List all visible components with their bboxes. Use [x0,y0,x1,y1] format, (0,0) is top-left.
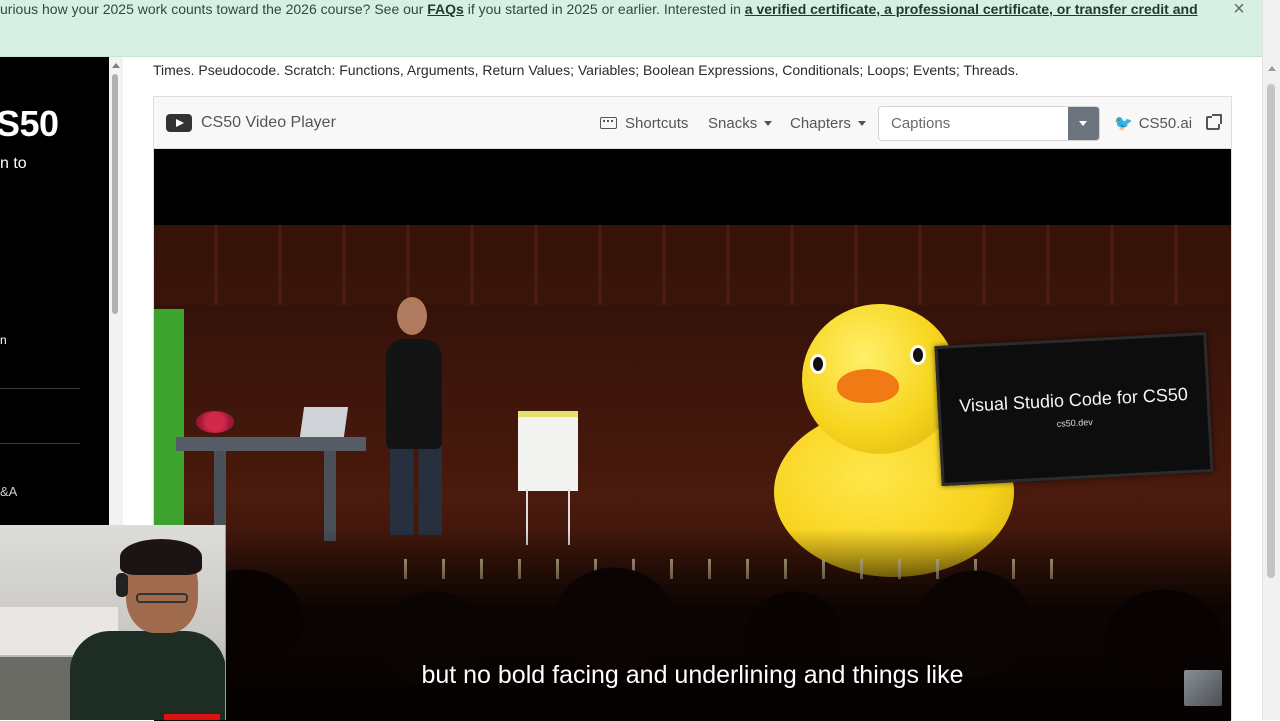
player-title: CS50 Video Player [201,114,336,131]
page-scrollbar[interactable] [1262,0,1280,720]
video-progress-marker [164,714,220,720]
hall-rafters [154,225,1231,305]
lecture-description: Times. Pseudocode. Scratch: Functions, A… [153,62,1019,78]
webcam-person-glasses [136,593,188,603]
green-screen [154,309,184,539]
sidebar-divider [0,388,80,389]
sidebar-item-qa[interactable]: &A [0,484,17,499]
player-toolbar: CS50 Video Player Shortcuts Snacks Chapt… [154,97,1231,149]
youtube-icon [166,114,192,132]
page-scrollbar-thumb[interactable] [1267,84,1275,578]
easel-board [518,411,578,491]
table-leg [324,451,336,541]
sidebar-scrollbar-thumb[interactable] [112,74,118,314]
certificate-link[interactable]: a verified certificate, a professional c… [745,1,1198,17]
chevron-down-icon [764,120,773,126]
duck-eye [810,354,826,374]
video-frame[interactable]: Visual Studio Code for CS50 cs50.dev but… [154,149,1231,721]
presenter-legs [390,445,442,535]
sidebar-scroll-up-icon[interactable] [112,63,120,68]
duck-eye [910,345,926,365]
cs50ai-button[interactable]: 🐦 CS50.ai [1114,97,1192,149]
shortcuts-button[interactable]: Shortcuts [600,97,688,149]
chevron-down-icon [857,120,866,126]
chapters-dropdown[interactable]: Chapters [790,97,866,149]
sidebar-subtitle: n to [0,155,27,172]
banner-text-part1: urious how your 2025 work counts toward … [0,1,428,17]
sidebar-logo[interactable]: S50 [0,103,59,145]
audience-silhouettes [154,529,1231,721]
captions-select[interactable]: Captions [878,106,1100,141]
presenter-body [386,339,442,449]
webcam-person-shirt [70,631,225,720]
webcam-overlay [0,525,226,720]
close-icon[interactable]: × [1228,0,1250,22]
tv-screen: Visual Studio Code for CS50 cs50.dev [934,331,1214,487]
lecture-table [176,437,366,451]
snacks-label: Snacks [708,114,758,132]
chapters-label: Chapters [790,114,851,132]
captions-dropdown-button[interactable] [1068,107,1099,140]
external-link-button[interactable] [1206,97,1222,149]
corner-thumbnail[interactable] [1184,670,1222,706]
external-link-icon [1206,114,1222,130]
cs50ai-label: CS50.ai [1138,114,1193,132]
webcam-person-hair [120,539,202,575]
captions-label: Captions [891,115,951,132]
flowers [196,411,234,433]
headphone-icon [116,573,128,597]
shortcuts-label: Shortcuts [625,114,689,132]
faqs-link[interactable]: FAQs [427,1,464,17]
banner-text: urious how your 2025 work counts toward … [0,1,1198,17]
duck-beak [837,369,899,403]
snacks-dropdown[interactable]: Snacks [708,97,773,149]
sidebar-divider [0,443,80,444]
keyboard-icon [600,117,617,129]
player-title-group: CS50 Video Player [166,97,336,149]
duck-icon: 🐦 [1114,115,1133,132]
presenter-head [397,297,427,335]
scroll-up-arrow-icon[interactable] [1268,66,1276,71]
sidebar-item-partial[interactable]: n [0,333,7,347]
banner-text-part2: if you started in 2025 or earlier. Inter… [463,1,745,17]
video-player: CS50 Video Player Shortcuts Snacks Chapt… [153,96,1232,721]
announcement-banner: urious how your 2025 work counts toward … [0,0,1262,57]
laptop [299,407,349,437]
video-subtitle: but no bold facing and underlining and t… [421,661,964,689]
